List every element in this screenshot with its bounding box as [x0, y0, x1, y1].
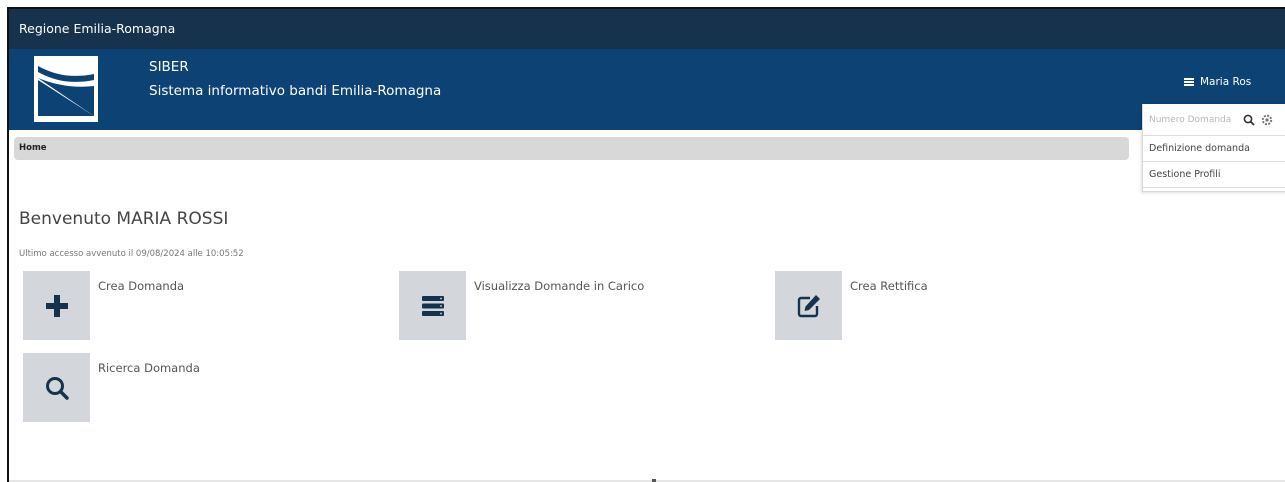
app-name: SIBER	[149, 59, 189, 75]
breadcrumb: Home	[14, 137, 1129, 160]
welcome-heading: Benvenuto MARIA ROSSI	[19, 209, 229, 229]
ricerca-domanda-label[interactable]: Ricerca Domanda	[98, 361, 200, 375]
app-subtitle: Sistema informativo bandi Emilia-Romagna	[149, 83, 442, 99]
ricerca-domanda-tile[interactable]	[23, 353, 90, 422]
user-dropdown: Definizione domanda Gestione Profili	[1142, 104, 1285, 192]
menu-item-definizione-domanda[interactable]: Definizione domanda	[1143, 136, 1285, 162]
crea-rettifica-label[interactable]: Crea Rettifica	[850, 279, 928, 293]
user-menu[interactable]: Maria Ros	[1184, 76, 1251, 88]
region-logo-icon	[34, 56, 98, 122]
crea-domanda-label[interactable]: Crea Domanda	[98, 279, 184, 293]
user-name[interactable]: Maria Ros	[1200, 76, 1251, 88]
menu-item-gestione-profili[interactable]: Gestione Profili	[1143, 162, 1285, 188]
region-logo[interactable]	[34, 56, 98, 122]
list-icon	[421, 295, 444, 316]
plus-icon	[45, 294, 68, 317]
search-icon[interactable]	[1243, 114, 1255, 126]
gear-icon[interactable]	[1261, 114, 1273, 126]
visualizza-domande-tile[interactable]	[399, 271, 466, 340]
hamburger-menu-icon[interactable]	[1184, 78, 1194, 86]
page-frame: Regione Emilia-Romagna SIBER Sistema inf…	[7, 7, 1285, 482]
crea-domanda-tile[interactable]	[23, 271, 90, 340]
region-bar: Regione Emilia-Romagna	[9, 9, 1285, 49]
breadcrumb-home[interactable]: Home	[19, 143, 47, 153]
domanda-search-bar	[1143, 104, 1285, 136]
domanda-search-input[interactable]	[1149, 114, 1237, 125]
last-access-text: Ultimo accesso avvenuto il 09/08/2024 al…	[19, 249, 244, 259]
search-icon	[45, 376, 69, 400]
edit-icon	[797, 294, 820, 317]
app-header: SIBER Sistema informativo bandi Emilia-R…	[9, 49, 1285, 130]
region-title[interactable]: Regione Emilia-Romagna	[19, 21, 175, 36]
crea-rettifica-tile[interactable]	[775, 271, 842, 340]
visualizza-domande-label[interactable]: Visualizza Domande in Carico	[474, 279, 644, 293]
